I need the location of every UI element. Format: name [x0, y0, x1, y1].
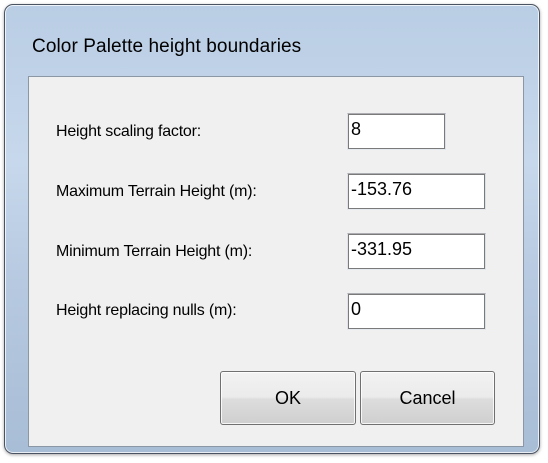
height-scaling-factor-label: Height scaling factor:	[56, 123, 202, 140]
maximum-terrain-height-input[interactable]	[347, 173, 486, 210]
ok-button[interactable]: OK	[220, 371, 356, 425]
height-scaling-factor-input[interactable]	[347, 113, 446, 150]
dialog-client-area: Height scaling factor: Maximum Terrain H…	[28, 76, 524, 447]
height-replacing-nulls-label: Height replacing nulls (m):	[56, 302, 237, 319]
minimum-terrain-height-label: Minimum Terrain Height (m):	[56, 243, 253, 260]
maximum-terrain-height-label: Maximum Terrain Height (m):	[56, 183, 257, 200]
minimum-terrain-height-input[interactable]	[347, 233, 486, 270]
dialog-window: Color Palette height boundaries Height s…	[4, 4, 540, 454]
cancel-button[interactable]: Cancel	[360, 371, 495, 425]
height-replacing-nulls-input[interactable]	[347, 293, 486, 330]
dialog-title: Color Palette height boundaries	[32, 36, 302, 57]
